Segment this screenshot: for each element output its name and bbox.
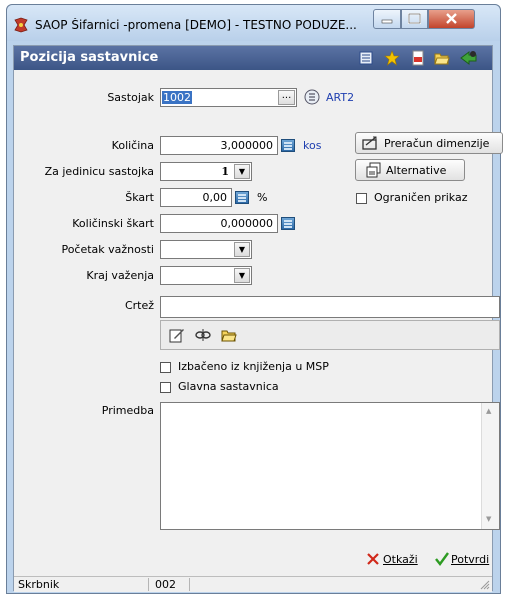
glavna-sastavnica-label: Glavna sastavnica [178, 380, 279, 393]
kolicina-input[interactable]: 3,000000 [160, 136, 278, 155]
app-icon [13, 17, 29, 33]
ogranicen-prikaz-label: Ograničen prikaz [374, 191, 468, 204]
otkazi-button[interactable]: Otkaži [366, 551, 424, 569]
dimensions-icon [362, 135, 380, 151]
za-jedinicu-select[interactable]: 1 ▼ [160, 162, 252, 181]
chevron-down-icon[interactable]: ▼ [234, 164, 250, 179]
kraj-vazenja-label: Kraj važenja [86, 269, 154, 282]
sastojak-input[interactable]: 1002 ... [160, 88, 297, 107]
kolicinski-skart-input[interactable]: 0,000000 [160, 214, 278, 233]
favorite-star-icon[interactable] [384, 50, 400, 66]
kolicina-value: 3,000000 [220, 139, 274, 152]
scroll-up-icon[interactable]: ▲ [486, 407, 491, 415]
alternative-icon [366, 162, 382, 178]
title-bar[interactable]: SAOP Šifarnici -promena [DEMO] - TESTNO … [7, 5, 500, 41]
skrbnik-label: Skrbnik [16, 578, 149, 591]
exit-icon[interactable] [460, 50, 477, 66]
crtez-toolbar [160, 320, 500, 350]
open-folder-icon[interactable] [221, 327, 237, 343]
primedba-textarea[interactable]: ▲ ▼ [160, 402, 500, 530]
minimize-button[interactable] [373, 9, 401, 29]
calculator-icon[interactable] [281, 217, 295, 230]
potvrdi-label: Potvrdi [451, 553, 490, 566]
skart-unit: % [257, 191, 268, 204]
otkazi-label: Otkaži [383, 553, 418, 566]
chevron-down-icon[interactable]: ▼ [234, 268, 250, 283]
calculator-icon[interactable] [281, 139, 295, 152]
pocetak-vaznosti-label: Početak važnosti [61, 243, 154, 256]
kolicinski-skart-value: 0,000000 [220, 217, 274, 230]
potvrdi-button[interactable]: Potvrdi [434, 551, 496, 569]
scroll-down-icon[interactable]: ▼ [486, 515, 491, 523]
skart-value: 0,00 [202, 191, 228, 204]
sastojak-label: Sastojak [107, 91, 154, 104]
kraj-vazenja-date[interactable]: ▼ [160, 266, 252, 285]
izbaceno-label: Izbačeno iz knjiženja u MSP [178, 360, 329, 373]
kolicina-unit: kos [303, 139, 322, 152]
skart-label: Škart [125, 191, 154, 204]
form-title: Pozicija sastavnice [20, 50, 159, 65]
list-lookup-icon[interactable] [304, 89, 320, 105]
skrbnik-value: 002 [152, 578, 190, 591]
pdf-document-icon[interactable] [410, 50, 426, 66]
resize-grip-icon[interactable] [479, 579, 490, 590]
crtez-input[interactable] [160, 296, 500, 318]
close-button[interactable] [428, 9, 475, 29]
calculator-icon[interactable] [235, 191, 249, 204]
cancel-x-icon [366, 552, 380, 566]
skart-input[interactable]: 0,00 [160, 188, 232, 207]
preracun-label: Preračun dimenzije [384, 137, 490, 150]
kolicinski-skart-label: Količinski škart [72, 217, 154, 230]
form-header: Pozicija sastavnice [14, 46, 492, 70]
app-window: SAOP Šifarnici -promena [DEMO] - TESTNO … [6, 4, 503, 594]
link-chain-icon[interactable] [195, 327, 211, 343]
alternative-label: Alternative [386, 164, 447, 177]
chevron-down-icon[interactable]: ▼ [234, 242, 250, 257]
crtez-label: Crtež [124, 299, 154, 312]
preracun-dimenzije-button[interactable]: Preračun dimenzije [355, 132, 503, 154]
status-bar: Skrbnik 002 [14, 576, 492, 592]
folder-open-icon[interactable] [434, 50, 450, 66]
izbaceno-checkbox[interactable] [160, 362, 171, 373]
za-jedinicu-value: 1 [221, 165, 229, 178]
confirm-check-icon [434, 551, 450, 567]
toolbar-list-icon[interactable] [358, 50, 374, 66]
kolicina-label: Količina [111, 139, 154, 152]
za-jedinicu-label: Za jedinicu sastojka [44, 165, 154, 178]
alternative-button[interactable]: Alternative [355, 159, 465, 181]
pocetak-vaznosti-date[interactable]: ▼ [160, 240, 252, 259]
maximize-button[interactable] [401, 9, 428, 29]
scrollbar[interactable]: ▲ ▼ [481, 403, 499, 529]
sastojak-value: 1002 [162, 91, 192, 104]
edit-icon[interactable] [169, 327, 185, 343]
form-client-area: Pozicija sastavnice Sastojak 1002 ... AR… [13, 45, 503, 592]
window-title: SAOP Šifarnici -promena [DEMO] - TESTNO … [35, 18, 357, 32]
article-code: ART2 [326, 91, 355, 104]
ogranicen-prikaz-checkbox[interactable] [356, 193, 367, 204]
browse-button[interactable]: ... [278, 90, 295, 105]
glavna-sastavnica-checkbox[interactable] [160, 382, 171, 393]
primedba-label: Primedba [101, 404, 154, 417]
status-empty-cell [192, 578, 492, 591]
